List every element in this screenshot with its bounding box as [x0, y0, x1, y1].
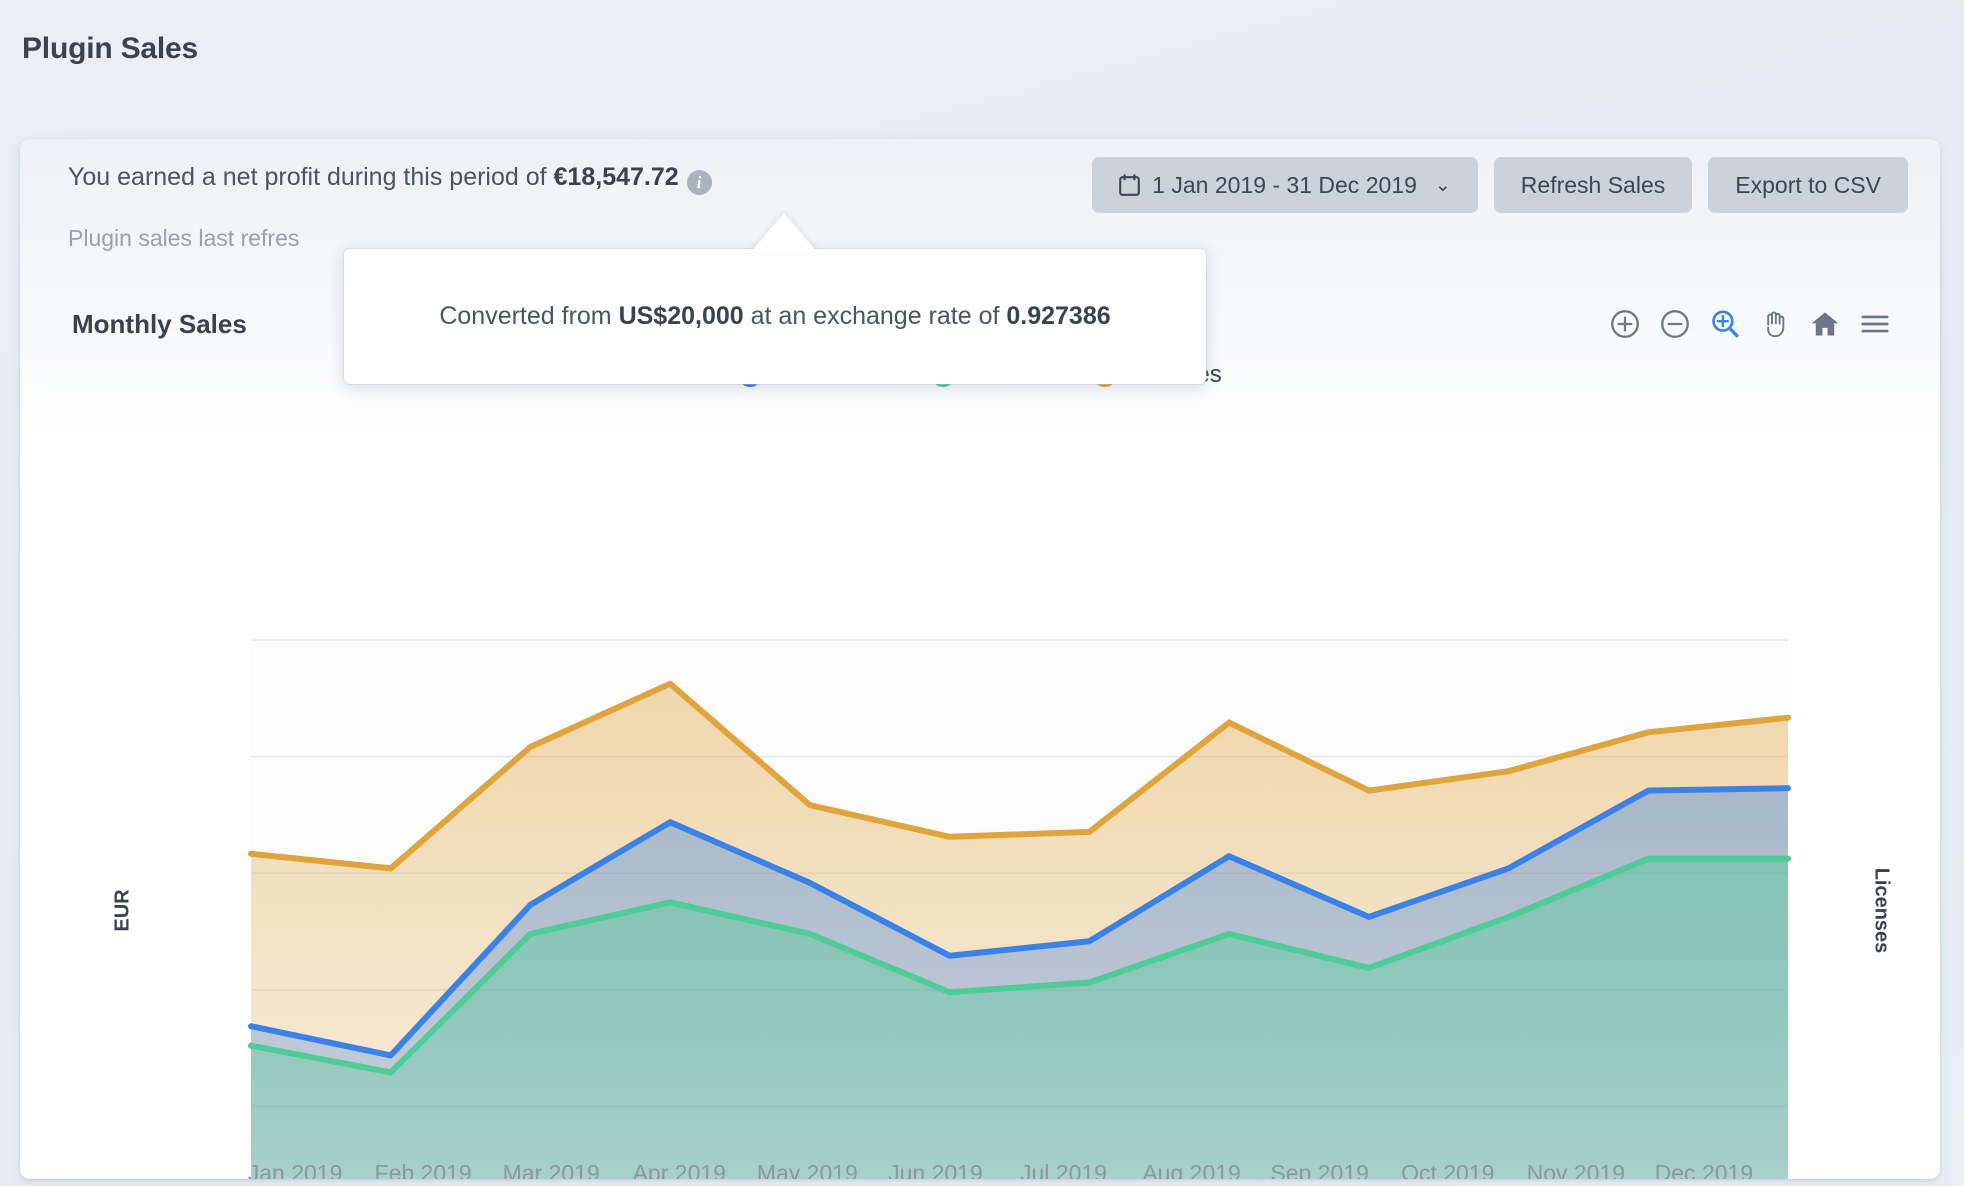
tooltip-source-amount: US$20,000 [619, 302, 744, 330]
info-icon[interactable]: i [687, 170, 712, 195]
tooltip-text: Converted from US$20,000 at an exchange … [439, 302, 1110, 331]
export-to-csv-button[interactable]: Export to CSV [1708, 157, 1908, 213]
header-actions: 1 Jan 2019 - 31 Dec 2019 ⌄ Refresh Sales… [1092, 157, 1908, 213]
x-tick-label: Sep 2019 [1256, 1160, 1384, 1179]
menu-icon[interactable] [1858, 307, 1892, 341]
x-tick-label: Dec 2019 [1640, 1160, 1768, 1179]
panning-icon[interactable] [1758, 307, 1792, 341]
page-title: Plugin Sales [22, 32, 198, 66]
chart-title: Monthly Sales [72, 309, 247, 340]
zoom-in-icon[interactable] [1608, 307, 1642, 341]
net-profit-amount: €18,547.72 [554, 163, 679, 191]
x-tick-label: Aug 2019 [1128, 1160, 1256, 1179]
x-tick-label: Jul 2019 [999, 1160, 1127, 1179]
selection-zoom-icon[interactable] [1708, 307, 1742, 341]
x-tick-label: Jun 2019 [871, 1160, 999, 1179]
x-tick-label: Apr 2019 [615, 1160, 743, 1179]
exchange-rate-tooltip: Converted from US$20,000 at an exchange … [344, 249, 1206, 384]
calendar-icon [1119, 174, 1140, 196]
x-tick-label: May 2019 [743, 1160, 871, 1179]
x-tick-label: Oct 2019 [1384, 1160, 1512, 1179]
x-tick-label: Jan 2019 [231, 1160, 359, 1179]
refresh-sales-button[interactable]: Refresh Sales [1494, 157, 1692, 213]
chart-toolbar [1608, 307, 1892, 341]
zoom-out-icon[interactable] [1658, 307, 1692, 341]
last-refreshed-text: Plugin sales last refres [68, 225, 299, 252]
app-root: Plugin Sales You earned a net profit dur… [0, 0, 1964, 1186]
tooltip-part2: at an exchange rate of [744, 302, 1007, 330]
net-profit-summary: You earned a net profit during this peri… [68, 163, 712, 195]
tooltip-part1: Converted from [439, 302, 618, 330]
y2-axis-title: Licenses [1869, 868, 1892, 954]
x-tick-label: Nov 2019 [1512, 1160, 1640, 1179]
x-tick-label: Feb 2019 [359, 1160, 487, 1179]
chevron-down-icon: ⌄ [1435, 174, 1451, 197]
y-axis-title: EUR [112, 889, 135, 931]
x-axis-tick-labels: Jan 2019Feb 2019Mar 2019Apr 2019May 2019… [231, 1160, 1768, 1179]
tooltip-arrow [751, 213, 817, 252]
reset-zoom-icon[interactable] [1808, 307, 1842, 341]
date-range-picker[interactable]: 1 Jan 2019 - 31 Dec 2019 ⌄ [1092, 157, 1478, 213]
net-profit-prefix: You earned a net profit during this peri… [68, 163, 554, 191]
date-range-label: 1 Jan 2019 - 31 Dec 2019 [1152, 172, 1417, 199]
tooltip-rate: 0.927386 [1006, 302, 1110, 330]
x-tick-label: Mar 2019 [487, 1160, 615, 1179]
